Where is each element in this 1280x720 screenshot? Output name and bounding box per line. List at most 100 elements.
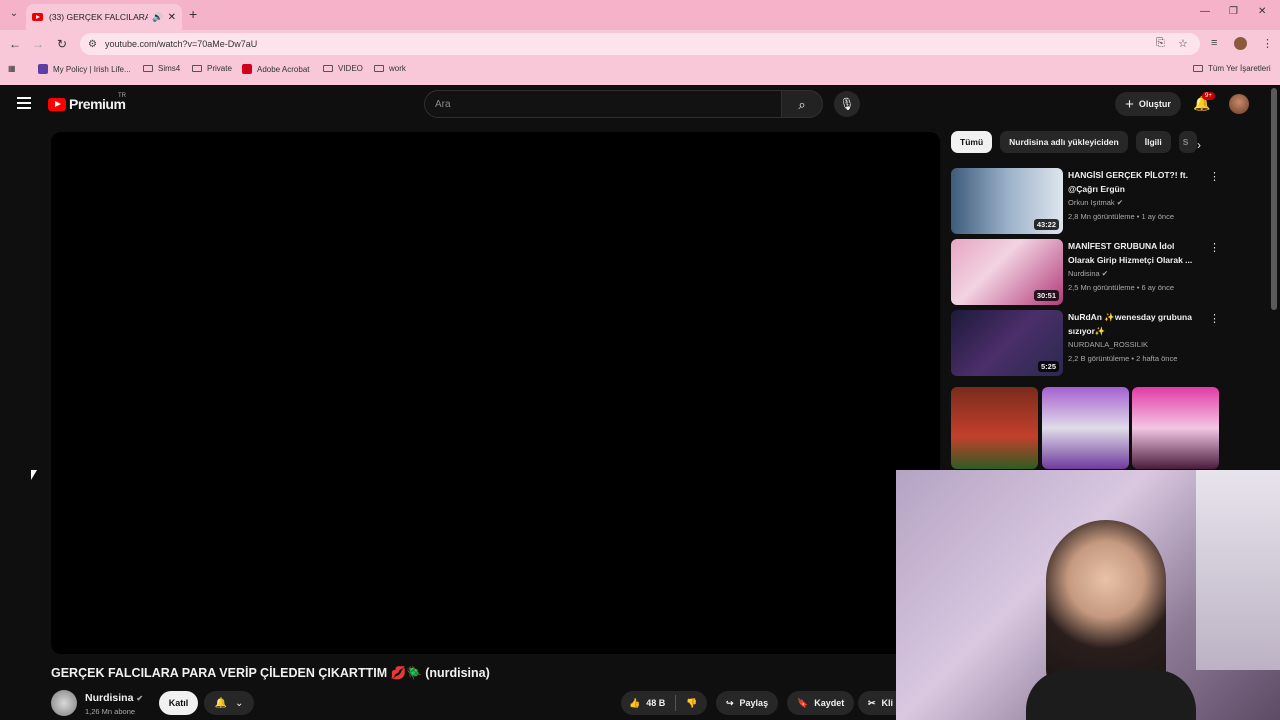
bookmark-video[interactable]: VIDEO — [323, 64, 363, 73]
folder-icon — [374, 65, 384, 72]
like-icon[interactable]: 👍 — [629, 698, 640, 709]
save-button[interactable]: 🔖 Kaydet — [787, 691, 855, 715]
rec-channel-text: Orkun Işıtmak — [1068, 198, 1115, 207]
scissors-icon: ✂ — [868, 697, 876, 708]
subscriber-count: 1,26 Mn abone — [85, 707, 136, 716]
share-button[interactable]: ↪ Paylaş — [716, 691, 779, 715]
page-scrollbar[interactable] — [1271, 88, 1277, 310]
recommendation-item[interactable]: 5:25 NuRdAn ✨wenesday grubuna sızıyor✨ N… — [951, 310, 1221, 376]
rec-channel[interactable]: NURDANLA_ROSSILIK — [1068, 340, 1148, 349]
bookmark-mypolicy[interactable]: My Policy | Irish Life... — [38, 64, 131, 74]
video-player[interactable] — [51, 132, 940, 654]
tab-list-button[interactable]: ⌄ — [6, 6, 22, 22]
more-options-icon[interactable]: ⋮ — [1209, 241, 1220, 254]
create-button[interactable]: + Oluştur — [1115, 92, 1181, 116]
verified-icon: ✔ — [136, 694, 144, 703]
minimize-button[interactable]: — — [1200, 6, 1210, 17]
streamer-shirt — [1026, 670, 1196, 720]
bookmark-icon: 🔖 — [797, 697, 809, 708]
more-options-icon[interactable]: ⋮ — [1209, 170, 1220, 183]
reload-button[interactable]: ↻ — [54, 37, 70, 51]
all-bookmarks[interactable]: Tüm Yer İşaretleri — [1193, 64, 1271, 73]
speaker-icon[interactable]: 🔊 — [152, 12, 163, 23]
more-options-icon[interactable]: ⋮ — [1209, 312, 1220, 325]
save-label: Kaydet — [814, 698, 845, 708]
apps-icon[interactable]: ▦ — [8, 64, 16, 73]
close-window-button[interactable]: ✕ — [1258, 6, 1266, 17]
folder-icon — [323, 65, 333, 72]
subscribe-bell-dropdown[interactable]: 🔔 ⌄ — [204, 691, 254, 715]
search-icon[interactable]: ⌕ — [781, 90, 823, 118]
plus-icon: + — [1125, 95, 1134, 113]
microphone-icon[interactable]: 🎙 — [834, 91, 860, 117]
recommendation-item[interactable]: 43:22 HANGİSİ GERÇEK PİLOT?! ft. @Çağrı … — [951, 168, 1221, 234]
chip-all[interactable]: Tümü — [951, 131, 993, 153]
install-icon[interactable]: ⎘ — [1156, 37, 1165, 50]
rec-title[interactable]: HANGİSİ GERÇEK PİLOT?! ft. @Çağrı Ergün — [1068, 168, 1198, 196]
bookmark-sims4[interactable]: Sims4 — [143, 64, 180, 73]
reading-list-icon[interactable]: ≡ — [1211, 37, 1217, 49]
divider — [675, 695, 677, 711]
acrobat-icon — [242, 64, 252, 74]
search-input[interactable]: Ara — [424, 90, 782, 118]
recommendation-item[interactable]: 30:51 MANİFEST GRUBUNA İdol Olarak Girip… — [951, 239, 1221, 305]
account-avatar[interactable] — [1229, 94, 1249, 114]
rec-channel[interactable]: Orkun Işıtmak ✔ — [1068, 198, 1123, 207]
like-dislike-group: 👍 48 B 👎 — [621, 691, 707, 715]
rec-channel[interactable]: Nurdisina ✔ — [1068, 269, 1108, 278]
short-thumbnail[interactable] — [1042, 387, 1129, 469]
bookmark-private[interactable]: Private — [192, 64, 232, 73]
close-tab-icon[interactable]: ✕ — [168, 12, 176, 23]
short-thumbnail[interactable] — [1132, 387, 1219, 469]
back-button[interactable]: ← — [7, 37, 23, 51]
shorts-shelf — [951, 387, 1221, 469]
share-label: Paylaş — [739, 698, 769, 708]
chevron-right-icon[interactable]: › — [1197, 138, 1201, 152]
rec-meta: 2,2 B görüntüleme • 2 hafta önce — [1068, 354, 1178, 363]
new-tab-button[interactable]: + — [189, 6, 197, 22]
bookmark-star-icon[interactable]: ☆ — [1178, 37, 1188, 50]
address-bar[interactable]: ⚙ youtube.com/watch?v=70aMe-Dw7aU — [80, 33, 1200, 55]
profile-avatar[interactable] — [1234, 37, 1247, 50]
video-thumbnail[interactable]: 30:51 — [951, 239, 1063, 305]
url-text: youtube.com/watch?v=70aMe-Dw7aU — [104, 39, 258, 49]
folder-icon — [143, 65, 153, 72]
bookmark-label: Private — [207, 64, 232, 73]
bookmark-label: work — [389, 64, 406, 73]
menu-icon[interactable]: ⋮ — [1262, 37, 1273, 50]
video-title: GERÇEK FALCILARA PARA VERİP ÇİLEDEN ÇIKA… — [51, 666, 490, 680]
video-thumbnail[interactable]: 5:25 — [951, 310, 1063, 376]
logo-text: Premium — [69, 96, 126, 112]
site-info-icon[interactable]: ⚙ — [88, 39, 97, 50]
active-tab[interactable]: (33) GERÇEK FALCILARA PA... 🔊 ✕ — [26, 4, 182, 30]
maximize-button[interactable]: ❐ — [1229, 6, 1238, 17]
rec-title[interactable]: MANİFEST GRUBUNA İdol Olarak Girip Hizme… — [1068, 239, 1198, 267]
short-thumbnail[interactable] — [951, 387, 1038, 469]
chip-partial[interactable]: S — [1178, 131, 1197, 153]
chip-from-uploader[interactable]: Nurdisina adlı yükleyiciden — [1000, 131, 1128, 153]
video-thumbnail[interactable]: 43:22 — [951, 168, 1063, 234]
rec-title[interactable]: NuRdAn ✨wenesday grubuna sızıyor✨ — [1068, 310, 1198, 338]
bookmark-acrobat[interactable]: Adobe Acrobat — [242, 64, 309, 74]
like-count: 48 B — [646, 698, 666, 708]
channel-name[interactable]: Nurdisina ✔ — [85, 692, 143, 704]
duration-badge: 43:22 — [1033, 219, 1059, 230]
bell-icon: 🔔 — [214, 697, 228, 709]
webcam-overlay — [896, 470, 1280, 720]
verified-icon: ✔ — [1101, 269, 1109, 278]
folder-icon — [192, 65, 202, 72]
join-button[interactable]: Katıl — [159, 691, 198, 715]
chip-related[interactable]: İlgili — [1135, 131, 1171, 153]
bookmark-work[interactable]: work — [374, 64, 406, 73]
mouse-cursor-icon — [31, 470, 43, 480]
rec-meta: 2,8 Mn görüntüleme • 1 ay önce — [1068, 212, 1175, 221]
hamburger-menu-icon[interactable] — [17, 97, 31, 112]
channel-avatar[interactable] — [51, 690, 77, 716]
forward-button[interactable]: → — [30, 37, 46, 51]
dislike-icon[interactable]: 👎 — [686, 698, 697, 709]
youtube-logo[interactable]: Premium TR — [48, 93, 126, 112]
share-icon: ↪ — [726, 697, 734, 708]
bookmark-label: Adobe Acrobat — [257, 64, 310, 74]
notifications-bell-icon[interactable]: 🔔 9+ — [1193, 92, 1215, 112]
create-label: Oluştur — [1138, 99, 1171, 109]
